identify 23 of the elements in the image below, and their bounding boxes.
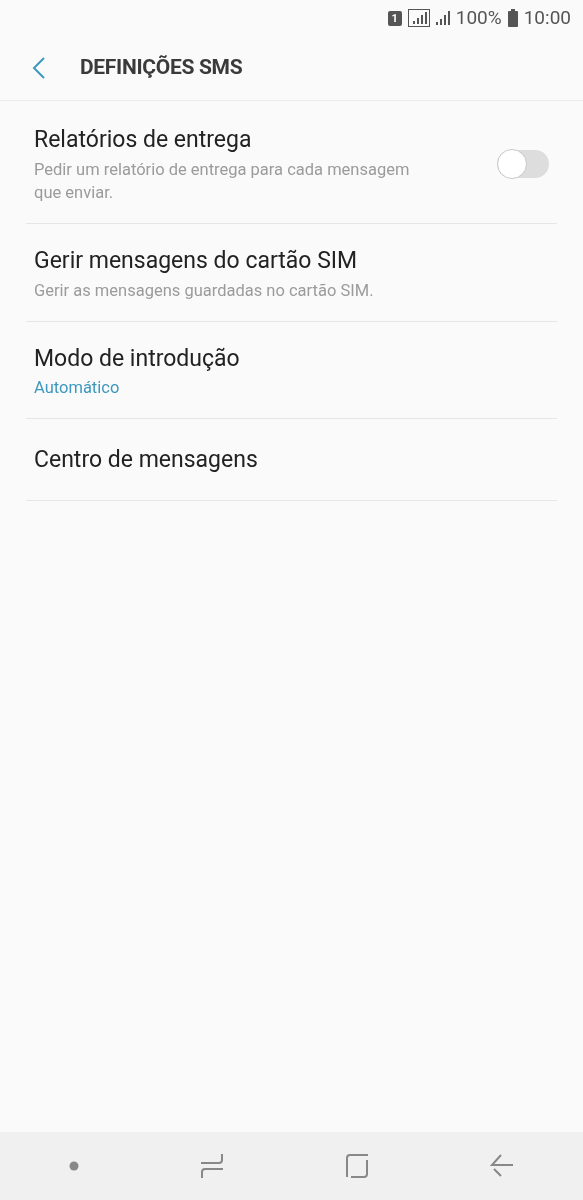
home-icon[interactable] bbox=[345, 1154, 370, 1178]
setting-title: Relatórios de entrega bbox=[34, 125, 253, 155]
settings-item[interactable]: Modo de introdução Automático bbox=[26, 321, 557, 420]
settings-item[interactable]: Centro de mensagens bbox=[26, 419, 557, 501]
setting-title: Gerir mensagens do cartão SIM bbox=[34, 246, 359, 277]
page-title: DEFINIÇÕES SMS bbox=[80, 54, 243, 82]
recent-apps-icon[interactable] bbox=[199, 1153, 224, 1179]
battery-level: 100% bbox=[455, 4, 502, 31]
setting-title: Modo de introdução bbox=[34, 343, 241, 374]
battery-icon bbox=[507, 9, 518, 27]
signal-icon bbox=[435, 10, 450, 26]
back-icon[interactable] bbox=[490, 1154, 515, 1178]
sim-indicator: 1 bbox=[387, 10, 402, 26]
dot-icon[interactable] bbox=[68, 1161, 79, 1171]
settings-item[interactable]: Relatórios de entrega Pedir um relatório de entrega para cada mensagem que enviar. bbox=[26, 101, 557, 225]
settings-item[interactable]: Gerir mensagens do cartão SIM Gerir as mensagens guardadas no cartão SIM. bbox=[26, 224, 557, 322]
setting-value: Automático bbox=[34, 377, 121, 400]
setting-description: Gerir as mensagens guardadas no cartão SIM. bbox=[34, 279, 375, 302]
setting-title: Centro de mensagens bbox=[34, 445, 259, 476]
toggle-switch[interactable] bbox=[497, 150, 549, 179]
signal-icon bbox=[407, 9, 430, 27]
clock: 10:00 bbox=[523, 4, 571, 31]
setting-description: Pedir um relatório de entrega para cada mensagem que enviar. bbox=[34, 158, 411, 205]
